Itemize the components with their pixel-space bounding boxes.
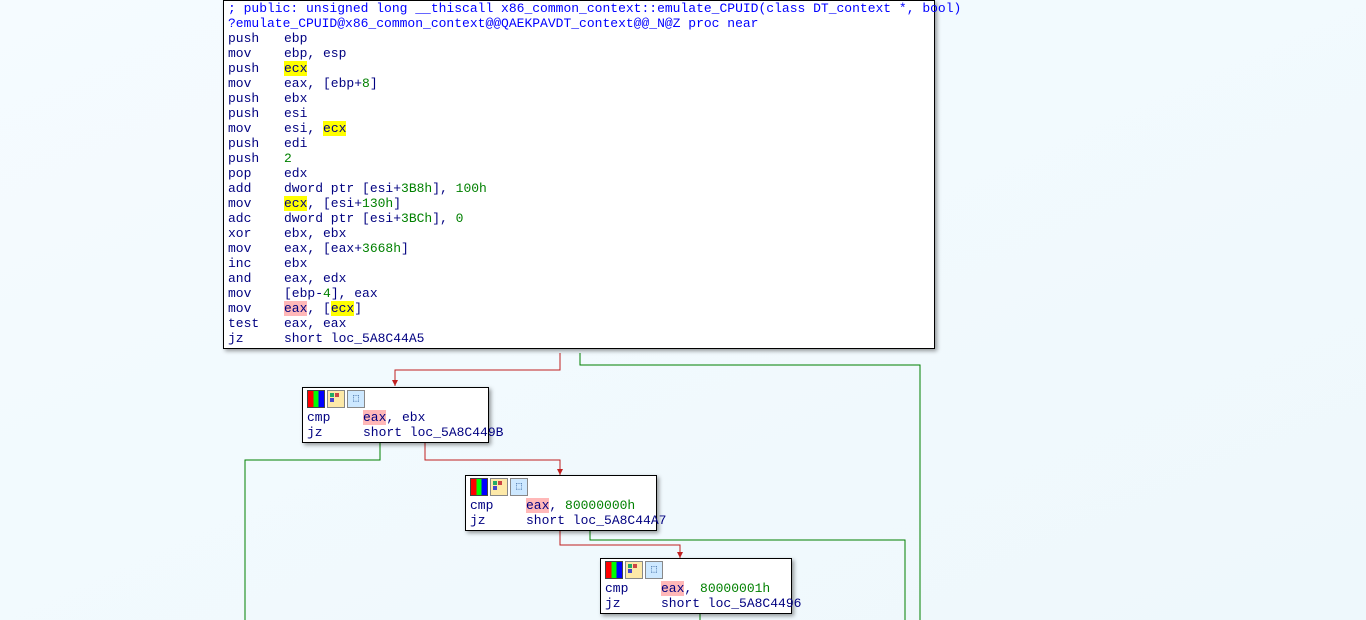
palette-icon[interactable] <box>327 390 345 408</box>
group-icon[interactable]: ⬚ <box>347 390 365 408</box>
color-icon[interactable] <box>470 478 488 496</box>
color-icon[interactable] <box>605 561 623 579</box>
node-toolbar: ⬚ <box>466 476 656 498</box>
disasm-main-body: ; public: unsigned long __thiscall x86_c… <box>224 1 934 348</box>
node-toolbar: ⬚ <box>601 559 791 581</box>
proc-label: ?emulate_CPUID@x86_common_context@@QAEKP… <box>228 16 759 31</box>
group-icon[interactable]: ⬚ <box>645 561 663 579</box>
node-body: cmpeax, 80000000h jzshort loc_5A8C44A7 <box>466 498 656 530</box>
node-body: cmpeax, 80000001h jzshort loc_5A8C4496 <box>601 581 791 613</box>
disasm-node-3[interactable]: ⬚ cmpeax, 80000000h jzshort loc_5A8C44A7 <box>465 475 657 531</box>
disasm-node-4[interactable]: ⬚ cmpeax, 80000001h jzshort loc_5A8C4496 <box>600 558 792 614</box>
group-icon[interactable]: ⬚ <box>510 478 528 496</box>
node-body: cmpeax, ebx jzshort loc_5A8C449B <box>303 410 488 442</box>
palette-icon[interactable] <box>490 478 508 496</box>
disasm-node-2[interactable]: ⬚ cmpeax, ebx jzshort loc_5A8C449B <box>302 387 489 443</box>
color-icon[interactable] <box>307 390 325 408</box>
node-toolbar: ⬚ <box>303 388 488 410</box>
proc-comment: ; public: unsigned long __thiscall x86_c… <box>228 1 961 16</box>
disasm-node-main[interactable]: ; public: unsigned long __thiscall x86_c… <box>223 0 935 349</box>
palette-icon[interactable] <box>625 561 643 579</box>
